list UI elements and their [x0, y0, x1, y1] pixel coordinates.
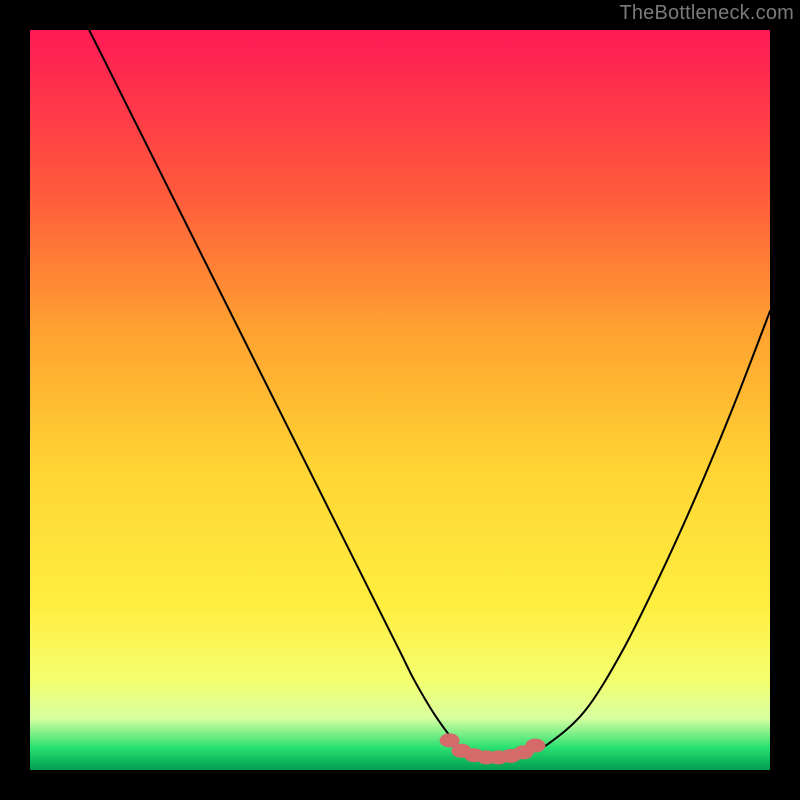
chart-frame: TheBottleneck.com [0, 0, 800, 800]
plot-area [30, 30, 770, 770]
marker-point [525, 739, 545, 753]
plot-svg [30, 30, 770, 770]
gradient-background [30, 30, 770, 770]
watermark-text: TheBottleneck.com [619, 2, 794, 25]
